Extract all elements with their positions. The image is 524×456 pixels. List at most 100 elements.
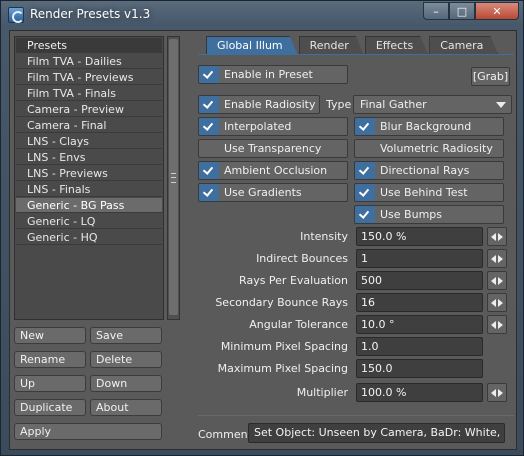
preset-item[interactable]: Generic - LQ (16, 214, 162, 229)
max-pixel-spacing-label: Maximum Pixel Spacing (217, 362, 348, 375)
directional-rays-label: Directional Rays (380, 164, 470, 177)
use-transparency-label: Use Transparency (224, 142, 322, 155)
checkmark-icon (203, 69, 214, 80)
minimize-button[interactable]: – (423, 2, 449, 20)
angular-tolerance-label: Angular Tolerance (249, 318, 348, 331)
multiplier-envelope-button[interactable] (487, 383, 507, 402)
checkmark-icon (203, 165, 214, 176)
interpolated-label: Interpolated (224, 120, 292, 133)
max-pixel-spacing-field[interactable]: 150.0 (356, 359, 483, 378)
min-pixel-spacing-field[interactable]: 1.0 (356, 337, 483, 356)
rays-per-evaluation-envelope-button[interactable] (487, 271, 507, 290)
tab-camera[interactable]: Camera (429, 36, 498, 55)
enable-radiosity-label: Enable Radiosity (224, 98, 316, 111)
preset-list[interactable]: Presets Film TVA - Dailies Film TVA - Pr… (14, 36, 164, 320)
preset-item[interactable]: LNS - Clays (16, 134, 162, 149)
preset-list-header: Presets (16, 38, 162, 53)
down-button[interactable]: Down (90, 375, 162, 392)
maximize-button[interactable]: □ (449, 2, 475, 20)
preset-item[interactable]: Generic - HQ (16, 230, 162, 245)
tab-render[interactable]: Render (299, 36, 364, 55)
type-label: Type (326, 98, 352, 111)
checkmark-icon (203, 121, 214, 132)
comment-label: Comment (198, 428, 252, 441)
indirect-bounces-envelope-button[interactable] (487, 249, 507, 268)
apply-button[interactable]: Apply (14, 423, 162, 440)
use-transparency-checkbox[interactable]: Use Transparency (198, 139, 348, 158)
enable-radiosity-checkbox[interactable]: Enable Radiosity (198, 95, 320, 114)
rays-per-evaluation-label: Rays Per Evaluation (239, 274, 348, 287)
preset-item[interactable]: LNS - Envs (16, 150, 162, 165)
ambient-occlusion-label: Ambient Occlusion (224, 164, 328, 177)
checkmark-icon (203, 187, 214, 198)
grab-button[interactable]: [Grab] (471, 67, 510, 86)
chevron-down-icon (496, 102, 506, 108)
min-pixel-spacing-label: Minimum Pixel Spacing (220, 340, 348, 353)
delete-button[interactable]: Delete (90, 351, 162, 368)
new-button[interactable]: New (14, 327, 86, 344)
preset-item-selected[interactable]: Generic - BG Pass (16, 198, 162, 213)
client-area: Presets Film TVA - Dailies Film TVA - Pr… (9, 30, 517, 450)
interpolated-checkbox[interactable]: Interpolated (198, 117, 348, 136)
secondary-bounce-rays-envelope-button[interactable] (487, 293, 507, 312)
blur-background-label: Blur Background (380, 120, 472, 133)
checkbox-empty-icon (359, 143, 370, 154)
close-icon: ✕ (492, 4, 502, 18)
enable-in-preset-label: Enable in Preset (224, 68, 313, 81)
secondary-bounce-rays-field[interactable]: 16 (356, 293, 483, 312)
use-gradients-checkbox[interactable]: Use Gradients (198, 183, 348, 202)
preset-item[interactable]: LNS - Finals (16, 182, 162, 197)
use-behind-test-label: Use Behind Test (380, 186, 468, 199)
angular-tolerance-field[interactable]: 10.0 ° (356, 315, 483, 334)
comment-field[interactable]: Set Object: Unseen by Camera, BaDr: Whit… (248, 423, 505, 443)
window-frame: Render Presets v1.3 – □ ✕ Presets Film T… (0, 0, 524, 456)
window-controls: – □ ✕ (423, 2, 519, 20)
preset-item[interactable]: Film TVA - Finals (16, 86, 162, 101)
preset-item[interactable]: LNS - Previews (16, 166, 162, 181)
preset-item[interactable]: Film TVA - Dailies (16, 54, 162, 69)
maximize-icon: □ (456, 4, 468, 18)
window-title: Render Presets v1.3 (30, 7, 151, 21)
checkmark-icon (359, 121, 370, 132)
checkmark-icon (359, 209, 370, 220)
radiosity-type-value: Final Gather (360, 98, 427, 111)
app-icon (8, 7, 24, 23)
about-button[interactable]: About (90, 399, 162, 416)
preset-item[interactable]: Film TVA - Previews (16, 70, 162, 85)
radiosity-type-select[interactable]: Final Gather (353, 95, 512, 114)
indirect-bounces-field[interactable]: 1 (356, 249, 483, 268)
tab-bar: Global Illum Render Effects Camera (206, 36, 499, 55)
preset-item[interactable]: Camera - Preview (16, 102, 162, 117)
checkmark-icon (203, 99, 214, 110)
use-behind-test-checkbox[interactable]: Use Behind Test (354, 183, 504, 202)
directional-rays-checkbox[interactable]: Directional Rays (354, 161, 504, 180)
intensity-envelope-button[interactable] (487, 227, 507, 246)
checkbox-empty-icon (203, 143, 214, 154)
enable-in-preset-checkbox[interactable]: Enable in Preset (198, 65, 348, 84)
intensity-label: Intensity (300, 230, 348, 243)
checkmark-icon (359, 187, 370, 198)
title-bar[interactable]: Render Presets v1.3 – □ ✕ (1, 1, 524, 29)
multiplier-label: Multiplier (296, 386, 348, 399)
divider (198, 415, 514, 416)
intensity-field[interactable]: 150.0 % (356, 227, 483, 246)
save-button[interactable]: Save (90, 327, 162, 344)
rename-button[interactable]: Rename (14, 351, 86, 368)
up-button[interactable]: Up (14, 375, 86, 392)
use-bumps-checkbox[interactable]: Use Bumps (354, 205, 504, 224)
duplicate-button[interactable]: Duplicate (14, 399, 86, 416)
tab-global-illum[interactable]: Global Illum (206, 36, 298, 55)
preset-item[interactable]: Camera - Final (16, 118, 162, 133)
volumetric-radiosity-label: Volumetric Radiosity (380, 142, 493, 155)
volumetric-radiosity-checkbox[interactable]: Volumetric Radiosity (354, 139, 504, 158)
tab-effects[interactable]: Effects (365, 36, 428, 55)
grip-icon (171, 173, 176, 183)
checkmark-icon (359, 165, 370, 176)
ambient-occlusion-checkbox[interactable]: Ambient Occlusion (198, 161, 348, 180)
close-button[interactable]: ✕ (475, 2, 519, 20)
rays-per-evaluation-field[interactable]: 500 (356, 271, 483, 290)
angular-tolerance-envelope-button[interactable] (487, 315, 507, 334)
multiplier-field[interactable]: 100.0 % (356, 383, 483, 402)
secondary-bounce-rays-label: Secondary Bounce Rays (215, 296, 348, 309)
blur-background-checkbox[interactable]: Blur Background (354, 117, 504, 136)
